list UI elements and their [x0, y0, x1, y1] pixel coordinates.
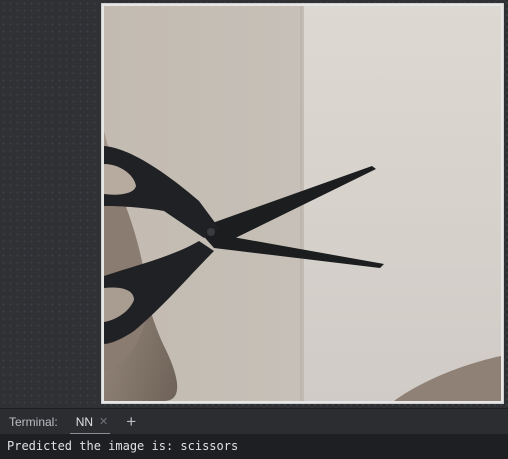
terminal-tab-label: NN — [75, 414, 94, 429]
image-viewer — [101, 3, 504, 404]
editor-area — [0, 0, 508, 408]
terminal-tool-window-header: Terminal: NN ✕ + — [0, 408, 508, 435]
terminal-label: Terminal: — [9, 414, 58, 429]
scissors-photo — [104, 6, 501, 401]
terminal-tab-nn[interactable]: NN ✕ — [66, 409, 115, 435]
terminal-body[interactable]: Predicted the image is: scissors — [0, 434, 508, 459]
new-tab-plus-icon[interactable]: + — [126, 413, 136, 430]
terminal-output-line: Predicted the image is: scissors — [7, 439, 239, 453]
close-icon[interactable]: ✕ — [99, 415, 108, 428]
scissors-pivot — [207, 228, 215, 236]
gutter-strip — [0, 0, 100, 408]
